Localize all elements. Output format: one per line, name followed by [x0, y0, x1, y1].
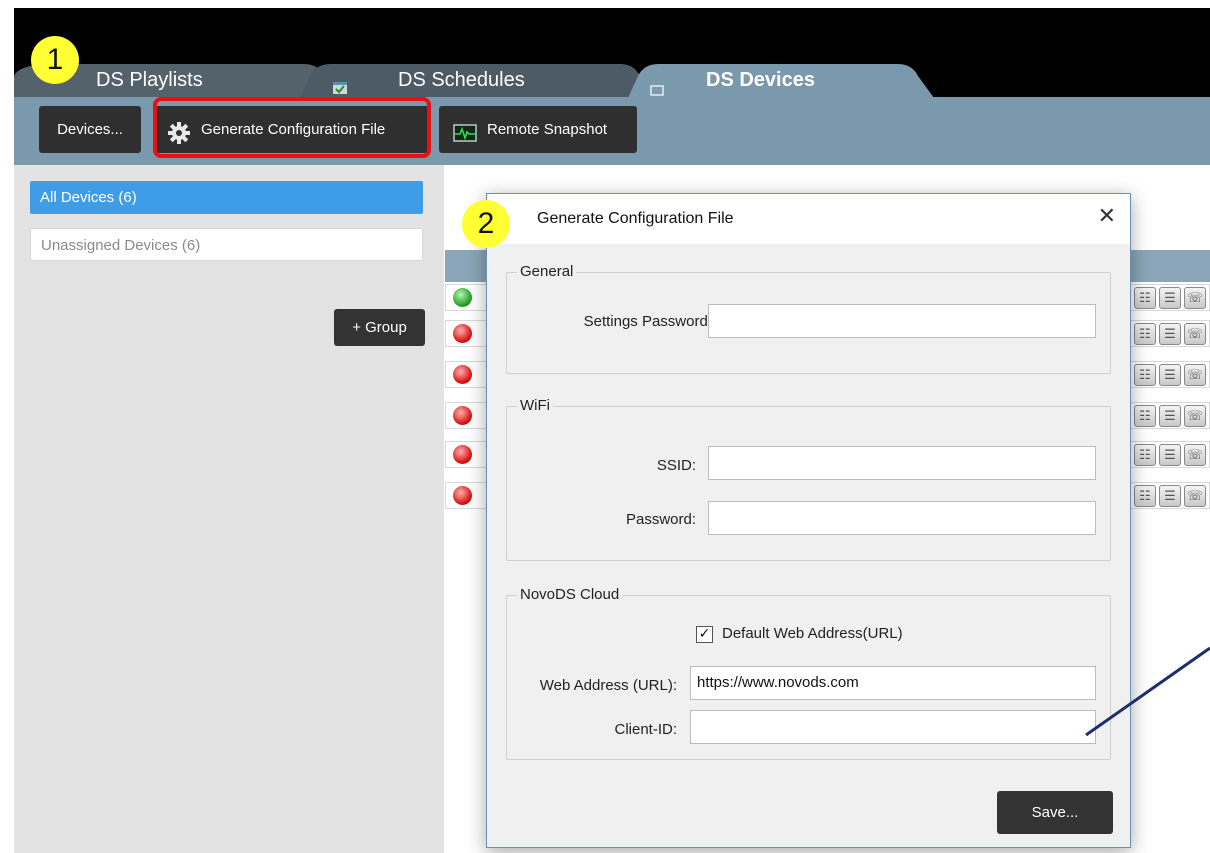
- step-2-marker: 2: [462, 200, 510, 248]
- step-1-marker: 1: [31, 36, 79, 84]
- annotation-line: [1085, 646, 1210, 737]
